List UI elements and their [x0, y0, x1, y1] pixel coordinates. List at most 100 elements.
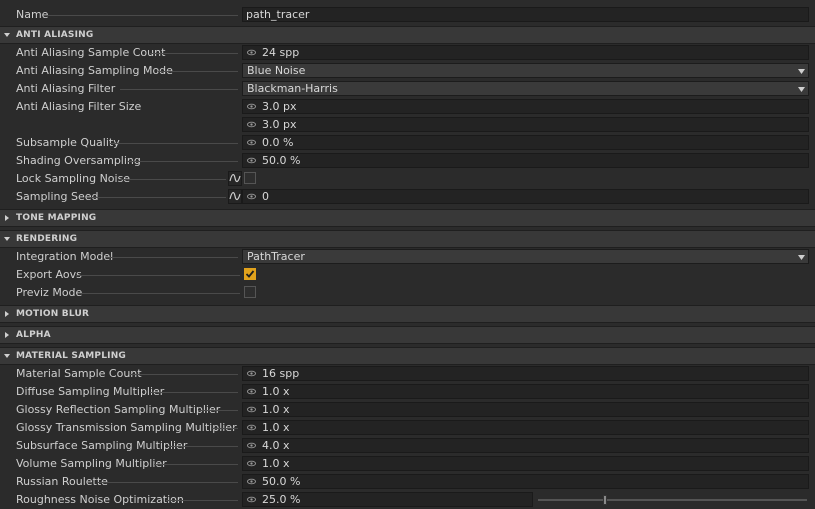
eye-icon[interactable] [247, 459, 256, 468]
material-sample-count-field[interactable]: 16 spp [242, 366, 809, 381]
leader-line [120, 89, 238, 90]
volume-row: Volume Sampling Multiplier 1.0 x [0, 455, 815, 473]
sampling-seed-value: 0 [262, 190, 269, 203]
aa-filter-value: Blackman-Harris [247, 82, 338, 95]
name-row: Name path_tracer [0, 6, 815, 24]
section-title: MOTION BLUR [16, 309, 90, 319]
subsurface-row: Subsurface Sampling Multiplier 4.0 x [0, 437, 815, 455]
aa-filter-size-y-value: 3.0 px [262, 118, 297, 131]
integration-model-row: Integration Model PathTracer [0, 248, 815, 266]
aa-sampling-mode-dropdown[interactable]: Blue Noise [242, 63, 809, 78]
aa-sample-count-field[interactable]: 24 spp [242, 45, 809, 60]
triangle-down-icon [4, 354, 10, 358]
sampling-seed-row: Sampling Seed 0 [0, 188, 815, 206]
russian-roulette-value: 50.0 % [262, 475, 301, 488]
aa-filter-size-y-field[interactable]: 3.0 px [242, 117, 809, 132]
aa-filter-size-x-value: 3.0 px [262, 100, 297, 113]
glossy-transmission-value: 1.0 x [262, 421, 290, 434]
triangle-right-icon [5, 311, 9, 317]
leader-line [198, 410, 238, 411]
volume-value: 1.0 x [262, 457, 290, 470]
eye-icon[interactable] [247, 102, 256, 111]
subsurface-field[interactable]: 4.0 x [242, 438, 809, 453]
export-aovs-checkbox[interactable] [244, 268, 256, 280]
integration-model-value: PathTracer [247, 250, 305, 263]
glossy-reflection-label: Glossy Reflection Sampling Multiplier [16, 403, 221, 416]
section-anti-aliasing[interactable]: ANTI ALIASING [0, 26, 815, 44]
eye-icon[interactable] [247, 138, 256, 147]
aa-sampling-mode-value: Blue Noise [247, 64, 306, 77]
previz-mode-checkbox[interactable] [244, 286, 256, 298]
eye-icon[interactable] [247, 120, 256, 129]
shading-oversampling-row: Shading Oversampling 50.0 % [0, 152, 815, 170]
subsample-quality-value: 0.0 % [262, 136, 294, 149]
shading-oversampling-value: 50.0 % [262, 154, 301, 167]
sampling-seed-field[interactable]: 0 [242, 189, 809, 204]
export-aovs-label: Export Aovs [16, 268, 82, 281]
name-label: Name [16, 8, 49, 21]
aa-filter-size-y-row: 3.0 px [0, 116, 815, 134]
eye-icon[interactable] [247, 369, 256, 378]
leader-line [154, 464, 238, 465]
eye-icon[interactable] [247, 441, 256, 450]
subsurface-value: 4.0 x [262, 439, 290, 452]
slider-handle[interactable] [603, 495, 608, 505]
curve-button[interactable] [228, 171, 242, 186]
volume-label: Volume Sampling Multiplier [16, 457, 167, 470]
curve-button[interactable] [228, 189, 242, 204]
russian-roulette-label: Russian Roulette [16, 475, 108, 488]
aa-filter-size-row: Anti Aliasing Filter Size 3.0 px [0, 98, 815, 116]
leader-line [130, 374, 238, 375]
section-tone-mapping[interactable]: TONE MAPPING [0, 209, 815, 227]
aa-sample-count-row: Anti Aliasing Sample Count 24 spp [0, 44, 815, 62]
name-field[interactable]: path_tracer [242, 7, 809, 22]
section-rendering[interactable]: RENDERING [0, 230, 815, 248]
triangle-down-icon [4, 237, 10, 241]
roughness-noise-slider[interactable] [538, 495, 807, 505]
eye-icon[interactable] [247, 405, 256, 414]
section-motion-blur[interactable]: MOTION BLUR [0, 305, 815, 323]
section-material-sampling[interactable]: MATERIAL SAMPLING [0, 347, 815, 365]
eye-icon[interactable] [247, 156, 256, 165]
material-sample-count-row: Material Sample Count 16 spp [0, 365, 815, 383]
shading-oversampling-field[interactable]: 50.0 % [242, 153, 809, 168]
aa-filter-label: Anti Aliasing Filter [16, 82, 116, 95]
eye-icon[interactable] [247, 423, 256, 432]
eye-icon[interactable] [247, 387, 256, 396]
leader-line [212, 428, 238, 429]
lock-sampling-noise-checkbox[interactable] [244, 172, 256, 184]
name-value: path_tracer [246, 8, 310, 21]
leader-line [166, 500, 238, 501]
aa-filter-dropdown[interactable]: Blackman-Harris [242, 81, 809, 96]
aa-filter-size-label: Anti Aliasing Filter Size [16, 100, 142, 113]
aa-sampling-mode-label: Anti Aliasing Sampling Mode [16, 64, 173, 77]
leader-line [98, 482, 238, 483]
eye-icon[interactable] [247, 477, 256, 486]
leader-line [106, 257, 238, 258]
sampling-seed-label: Sampling Seed [16, 190, 99, 203]
triangle-right-icon [5, 332, 9, 338]
diffuse-row: Diffuse Sampling Multiplier 1.0 x [0, 383, 815, 401]
volume-field[interactable]: 1.0 x [242, 456, 809, 471]
leader-line [48, 15, 238, 16]
diffuse-field[interactable]: 1.0 x [242, 384, 809, 399]
section-title: ANTI ALIASING [16, 30, 94, 40]
triangle-right-icon [5, 215, 9, 221]
subsample-quality-field[interactable]: 0.0 % [242, 135, 809, 150]
aa-sampling-mode-row: Anti Aliasing Sampling Mode Blue Noise [0, 62, 815, 80]
integration-model-dropdown[interactable]: PathTracer [242, 249, 809, 264]
aa-sample-count-label: Anti Aliasing Sample Count [16, 46, 166, 59]
aa-filter-size-x-field[interactable]: 3.0 px [242, 99, 809, 114]
glossy-transmission-field[interactable]: 1.0 x [242, 420, 809, 435]
section-alpha[interactable]: ALPHA [0, 326, 815, 344]
eye-icon[interactable] [247, 48, 256, 57]
eye-icon[interactable] [247, 192, 256, 201]
glossy-transmission-row: Glossy Transmission Sampling Multiplier … [0, 419, 815, 437]
lock-sampling-noise-row: Lock Sampling Noise [0, 170, 815, 188]
russian-roulette-field[interactable]: 50.0 % [242, 474, 809, 489]
curve-icon [229, 174, 241, 183]
chevron-down-icon [798, 69, 805, 74]
leader-line [150, 392, 238, 393]
glossy-reflection-field[interactable]: 1.0 x [242, 402, 809, 417]
russian-roulette-row: Russian Roulette 50.0 % [0, 473, 815, 491]
